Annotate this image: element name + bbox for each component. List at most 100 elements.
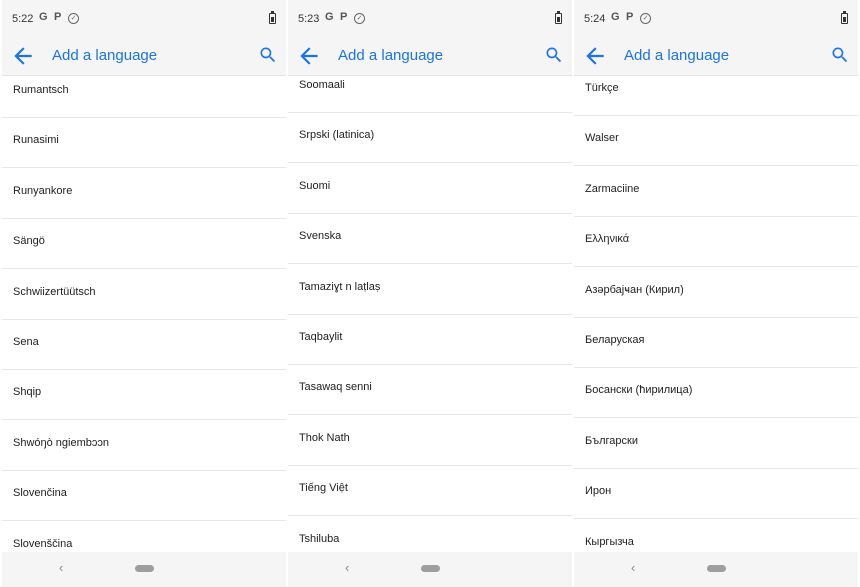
list-item[interactable]: Tasawaq senni: [288, 365, 572, 415]
battery-icon: [841, 11, 848, 24]
app-bar: Add a language: [288, 37, 572, 76]
search-icon[interactable]: [258, 45, 278, 65]
language-label: Shwóŋò ngiembɔɔn: [13, 437, 110, 449]
search-icon[interactable]: [544, 45, 564, 65]
language-label: Азәрбајҹан (Кирил): [585, 284, 684, 296]
list-item[interactable]: Tshiluba: [288, 517, 572, 552]
list-item[interactable]: Schwiizertüütsch: [2, 270, 286, 320]
battery-icon: [555, 11, 562, 24]
language-label: Taqbaylit: [299, 331, 343, 343]
phone-screen-1: 5:22 G P ✓ Add a language Rumantsch Runa…: [2, 0, 286, 587]
list-item[interactable]: Taqbaylit: [288, 315, 572, 365]
list-item[interactable]: Soomaali: [288, 76, 572, 113]
list-item[interactable]: Rumantsch: [2, 76, 286, 118]
language-label: Rumantsch: [13, 84, 69, 96]
p-icon: P: [340, 11, 348, 23]
nav-back-button[interactable]: ‹: [631, 560, 635, 575]
back-arrow-icon[interactable]: [10, 43, 36, 69]
language-label: Tamaziɣt n laṭlaṣ: [299, 281, 381, 293]
p-icon: P: [626, 11, 634, 23]
page-title: Add a language: [338, 47, 444, 64]
status-time: 5:24: [584, 13, 606, 25]
list-item[interactable]: Ирон: [574, 469, 858, 519]
list-item[interactable]: Suomi: [288, 164, 572, 214]
language-label: Thok Nath: [299, 432, 350, 444]
language-label: Runyankore: [13, 185, 73, 197]
phone-screen-2: 5:23 G P ✓ Add a language Soomaali Srpsk…: [288, 0, 572, 587]
navigation-bar: ‹: [2, 552, 286, 587]
language-label: Босански (ћирилица): [585, 384, 693, 396]
language-label: Ирон: [585, 485, 612, 497]
page-title: Add a language: [52, 47, 158, 64]
list-item[interactable]: Türkçe: [574, 76, 858, 116]
list-item[interactable]: Shwóŋò ngiembɔɔn: [2, 421, 286, 471]
list-item[interactable]: Walser: [574, 116, 858, 166]
language-label: Tshiluba: [299, 533, 340, 545]
home-pill-button[interactable]: [135, 565, 154, 572]
list-item[interactable]: Slovenščina: [2, 522, 286, 552]
language-label: Slovenčina: [13, 487, 67, 499]
status-bar: 5:23 G P ✓: [288, 0, 572, 37]
list-item[interactable]: Sängö: [2, 219, 286, 269]
language-label: Tasawaq senni: [299, 381, 372, 393]
language-label: Suomi: [299, 180, 331, 192]
navigation-bar: ‹: [574, 552, 858, 587]
list-item[interactable]: Tamaziɣt n laṭlaṣ: [288, 265, 572, 315]
list-item[interactable]: Runyankore: [2, 169, 286, 219]
status-bar: 5:24 G P ✓: [574, 0, 858, 37]
back-arrow-icon[interactable]: [296, 43, 322, 69]
app-bar: Add a language: [2, 37, 286, 76]
check-circle-icon: ✓: [68, 13, 79, 24]
list-item[interactable]: Tiếng Việt: [288, 466, 572, 516]
list-item[interactable]: Беларуская: [574, 318, 858, 368]
language-label: Walser: [585, 132, 619, 144]
navigation-bar: ‹: [288, 552, 572, 587]
list-item[interactable]: Svenska: [288, 214, 572, 264]
list-item[interactable]: Кыргызча: [574, 520, 858, 552]
home-pill-button[interactable]: [707, 565, 726, 572]
language-label: Zarmaciine: [585, 183, 640, 195]
phone-screen-3: 5:24 G P ✓ Add a language Türkçe Walser …: [574, 0, 858, 587]
language-label: Srpski (latinica): [299, 129, 375, 141]
p-icon: P: [54, 11, 62, 23]
language-label: Кыргызча: [585, 536, 634, 548]
list-item[interactable]: Босански (ћирилица): [574, 368, 858, 418]
google-g-icon: G: [611, 11, 620, 23]
list-item[interactable]: Азәрбајҹан (Кирил): [574, 268, 858, 318]
google-g-icon: G: [39, 11, 48, 23]
nav-back-button[interactable]: ‹: [345, 560, 349, 575]
language-label: Runasimi: [13, 134, 59, 146]
list-item[interactable]: Srpski (latinica): [288, 113, 572, 163]
back-arrow-icon[interactable]: [582, 43, 608, 69]
list-item[interactable]: Runasimi: [2, 118, 286, 168]
language-list: Rumantsch Runasimi Runyankore Sängö Schw…: [2, 76, 286, 552]
list-item[interactable]: Ελληνικά: [574, 217, 858, 267]
language-label: Türkçe: [585, 82, 619, 94]
page-title: Add a language: [624, 47, 730, 64]
status-time: 5:22: [12, 13, 34, 25]
list-item[interactable]: Thok Nath: [288, 416, 572, 466]
check-circle-icon: ✓: [640, 13, 651, 24]
list-item[interactable]: Sena: [2, 320, 286, 370]
battery-icon: [269, 11, 276, 24]
language-label: Беларуская: [585, 334, 645, 346]
list-item[interactable]: Shqip: [2, 370, 286, 420]
list-item[interactable]: Български: [574, 419, 858, 469]
nav-back-button[interactable]: ‹: [59, 560, 63, 575]
status-bar: 5:22 G P ✓: [2, 0, 286, 37]
list-item[interactable]: Slovenčina: [2, 471, 286, 521]
list-item[interactable]: Zarmaciine: [574, 167, 858, 217]
language-label: Slovenščina: [13, 538, 73, 550]
home-pill-button[interactable]: [421, 565, 440, 572]
language-label: Svenska: [299, 230, 342, 242]
search-icon[interactable]: [830, 45, 850, 65]
app-bar: Add a language: [574, 37, 858, 76]
language-list: Türkçe Walser Zarmaciine Ελληνικά Азәрба…: [574, 76, 858, 552]
language-label: Ελληνικά: [585, 233, 630, 245]
google-g-icon: G: [325, 11, 334, 23]
language-list: Soomaali Srpski (latinica) Suomi Svenska…: [288, 76, 572, 552]
language-label: Tiếng Việt: [299, 482, 348, 494]
status-time: 5:23: [298, 13, 320, 25]
language-label: Sena: [13, 336, 39, 348]
language-label: Schwiizertüütsch: [13, 286, 96, 298]
